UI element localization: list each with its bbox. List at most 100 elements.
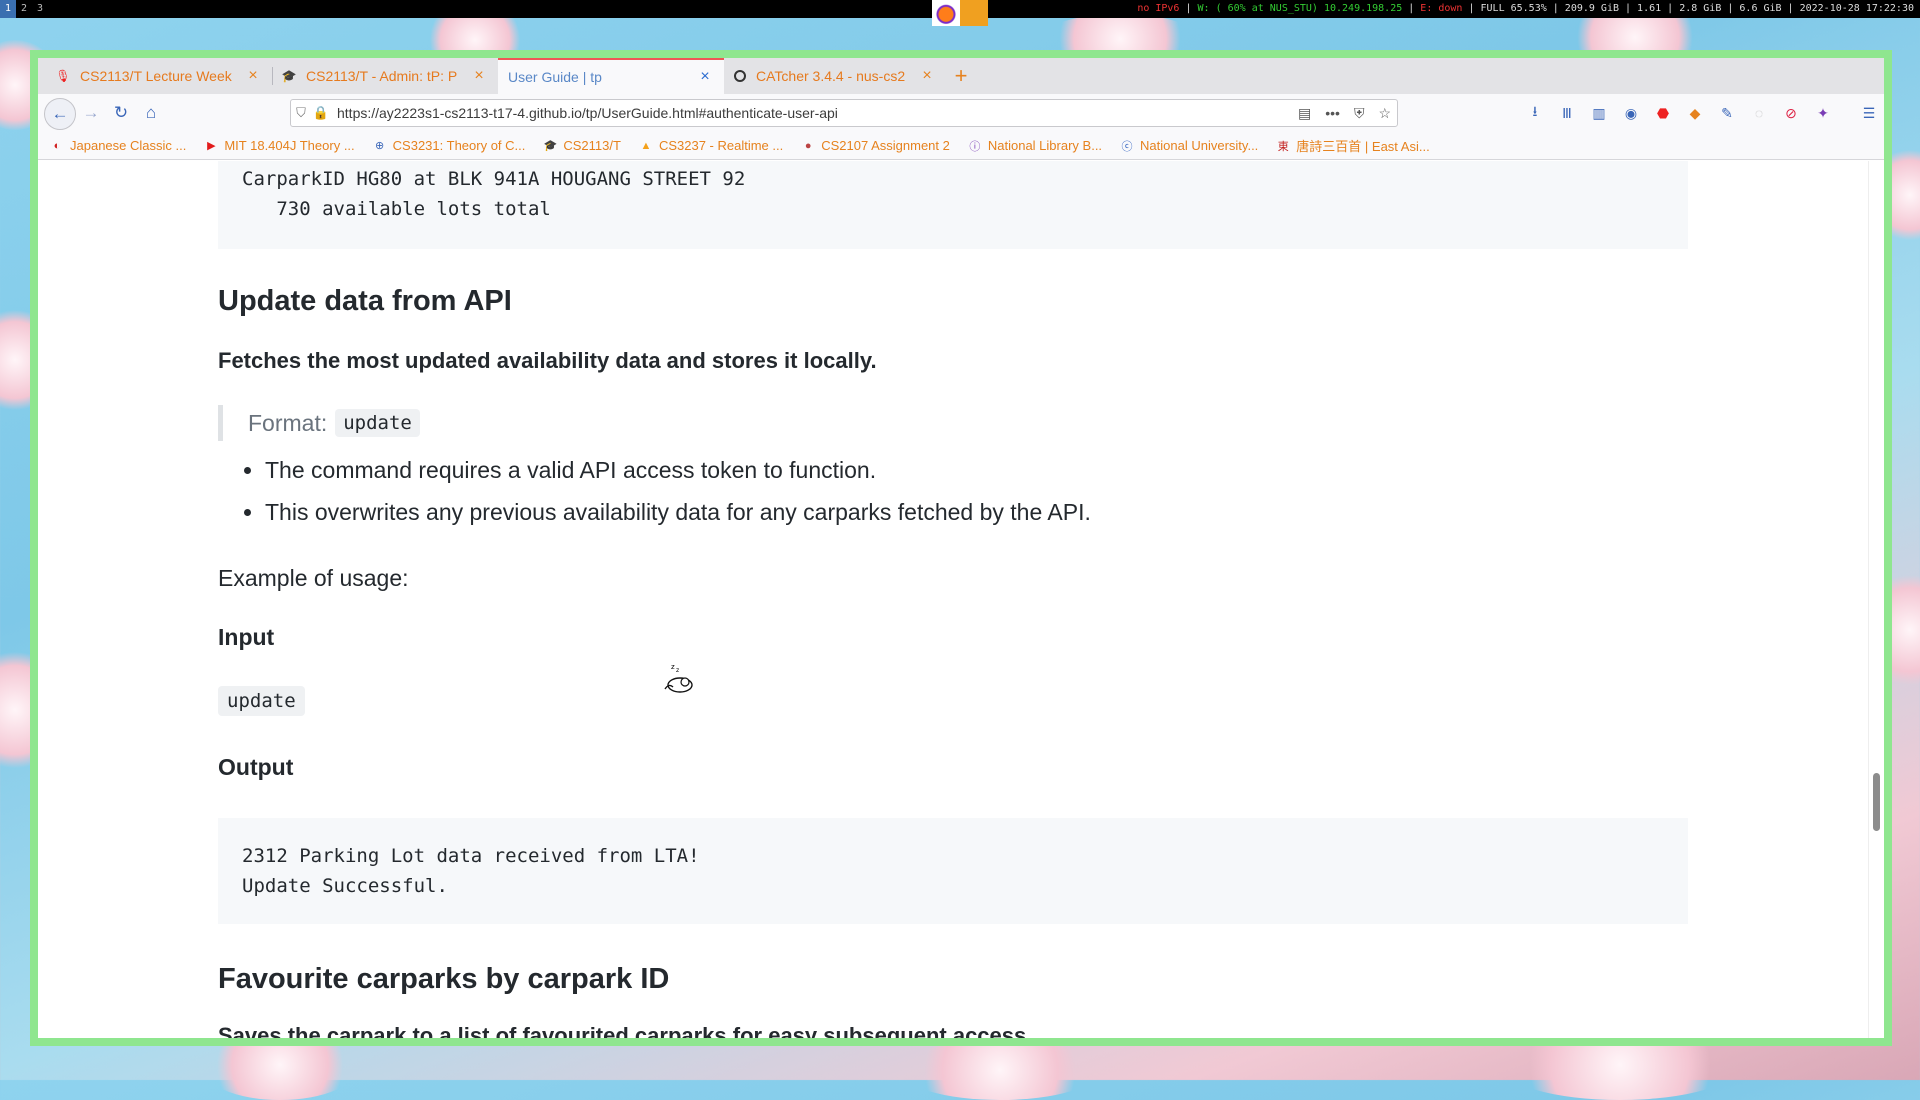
puzzle-extension-icon[interactable]: ✦ (1812, 102, 1834, 124)
close-icon[interactable]: × (918, 67, 936, 85)
tray-apps (932, 0, 988, 26)
page-content: CarparkID HG80 at BLK 941A HOUGANG STREE… (38, 161, 1868, 1038)
pin-icon: ● (804, 139, 812, 152)
arrow-right-icon: → (82, 103, 100, 122)
bookmark-item[interactable]: ▲ CS3237 - Realtime ... (639, 138, 784, 153)
bookmark-item[interactable]: ● CS2107 Assignment 2 (801, 138, 950, 153)
system-status-bar: 1 2 3 no IPv6 | W: ( 60% at NUS_STU) 10.… (0, 0, 1920, 26)
microphone-icon: 🎙 (55, 69, 71, 83)
format-code: update (335, 409, 420, 437)
arrow-left-icon: ← (51, 104, 69, 123)
section-lead-favourite: Saves the carpark to a list of favourite… (218, 1023, 1033, 1038)
section-lead-update: Fetches the most updated availability da… (218, 348, 877, 373)
fox-extension-icon[interactable]: ◆ (1684, 102, 1706, 124)
svg-text:z: z (676, 667, 679, 674)
tab-label: CS2113/T Lecture Week (80, 68, 232, 84)
code-line: CarparkID HG80 at BLK 941A HOUGANG STREE… (242, 168, 746, 190)
microphone-tray-icon[interactable] (960, 0, 988, 26)
library-icon[interactable]: Ⅲ (1556, 102, 1578, 124)
url-actions: ▤ ••• ⛨ ☆ (1298, 100, 1391, 126)
adblock-icon[interactable]: ⬣ (1652, 102, 1674, 124)
workspace-2-button[interactable]: 2 (16, 0, 32, 18)
status-text: no IPv6 | W: ( 60% at NUS_STU) 10.249.19… (1137, 3, 1914, 14)
back-button[interactable]: ← (44, 98, 76, 130)
bookmark-item[interactable]: ⊕ CS3231: Theory of C... (373, 138, 526, 153)
youtube-icon: ▶ (207, 140, 216, 152)
firebase-icon: ▲ (640, 139, 652, 152)
close-icon[interactable]: × (470, 67, 488, 85)
format-label: Format: (248, 409, 328, 436)
svg-text:z: z (671, 663, 675, 671)
bookmark-label: CS3237 - Realtime ... (658, 138, 784, 153)
lock-icon[interactable]: 🔒 (311, 105, 331, 121)
list-item: The command requires a valid API access … (265, 455, 1091, 485)
form-extension-icon[interactable]: ✎ (1716, 102, 1738, 124)
bookmarks-toolbar: ◐ Japanese Classic ... ▶ MIT 18.404J Theor… (38, 132, 1884, 160)
bookmark-label: CS2107 Assignment 2 (821, 138, 950, 153)
menu-icon[interactable]: ☰ (1858, 102, 1880, 124)
close-icon[interactable]: × (696, 68, 714, 86)
globe-icon: ⊕ (375, 140, 385, 152)
pocket-icon[interactable]: ⛨ (1354, 105, 1365, 122)
c-logo-icon: ⓒ (1121, 140, 1133, 153)
tab-label: CS2113/T - Admin: tP: P (306, 68, 458, 84)
bookmark-label: MIT 18.404J Theory ... (224, 138, 355, 153)
ethernet-status: E: down (1420, 3, 1463, 14)
sidebar-icon[interactable]: ▥ (1588, 102, 1610, 124)
bookmark-item[interactable]: 東唐詩三百首 | East Asi... (1276, 136, 1430, 155)
bookmark-star-icon[interactable]: ☆ (1378, 105, 1391, 122)
blocker-extension-icon[interactable]: ⊘ (1780, 102, 1802, 124)
wifi-status: W: ( 60% at NUS_STU) 10.249.198.25 (1197, 3, 1403, 14)
workspace-1-button[interactable]: 1 (0, 0, 16, 18)
account-icon[interactable]: ◉ (1620, 102, 1642, 124)
bookmark-label: National University... (1140, 138, 1259, 153)
tab-user-guide[interactable]: User Guide | tp × (498, 58, 724, 94)
url-bar[interactable]: ⛉ 🔒 https://ay2223s1-cs2113-t17-4.github… (290, 99, 1398, 127)
bookmark-label: National Library B... (987, 138, 1103, 153)
navigation-toolbar: ← → ↻ ⌂ ⛉ 🔒 https://ay2223s1-cs2113-t17-… (38, 94, 1884, 132)
tab-admin[interactable]: 🎓 CS2113/T - Admin: tP: P × (272, 58, 498, 94)
bookmark-label: 唐詩三百首 | East Asi... (1296, 139, 1430, 154)
url-text[interactable]: https://ay2223s1-cs2113-t17-4.github.io/… (337, 105, 838, 121)
bookmark-item[interactable]: ▶ MIT 18.404J Theory ... (204, 138, 355, 153)
output-codeblock: 2312 Parking Lot data received from LTA!… (218, 818, 1688, 924)
chinese-glyph-icon: 東 (1277, 140, 1289, 153)
new-tab-button[interactable]: + (946, 58, 976, 94)
bookmark-item[interactable]: ⓘ National Library B... (968, 138, 1102, 153)
ghost-extension-icon[interactable]: ◌ (1748, 102, 1770, 124)
reader-view-icon[interactable]: ▤ (1298, 105, 1311, 122)
section-title-favourite: Favourite carparks by carpark ID (218, 963, 670, 995)
code-line: 730 available lots total (242, 198, 551, 220)
scrollbar-thumb[interactable] (1873, 773, 1880, 831)
reload-icon: ↻ (113, 103, 129, 122)
bookmark-item[interactable]: ◐ Japanese Classic ... (50, 138, 187, 153)
bookmark-item[interactable]: ⓒ National University... (1120, 138, 1259, 153)
example-label: Example of usage: (218, 565, 409, 591)
input-code: update (218, 686, 305, 716)
firefox-browser: 🎙 CS2113/T Lecture Week × 🎓 CS2113/T - A… (38, 58, 1884, 1038)
shield-icon[interactable]: ⛉ (291, 105, 311, 121)
tab-lecture[interactable]: 🎙 CS2113/T Lecture Week × (46, 58, 272, 94)
info-circle-icon: ⓘ (969, 140, 981, 153)
page-scrollbar[interactable] (1868, 161, 1884, 1038)
workspace-3-button[interactable]: 3 (32, 0, 48, 18)
reload-button[interactable]: ↻ (106, 98, 136, 128)
bookmark-item[interactable]: 🎓 CS2113/T (543, 138, 621, 153)
close-icon[interactable]: × (244, 67, 262, 85)
home-icon: ⌂ (145, 103, 157, 122)
tab-label: User Guide | tp (508, 69, 602, 85)
ipv6-status: no IPv6 (1137, 3, 1180, 14)
section-title-update: Update data from API (218, 285, 512, 317)
catcher-icon (734, 70, 746, 82)
system-metrics: FULL 65.53% | 209.9 GiB | 1.61 | 2.8 GiB… (1480, 3, 1914, 14)
input-heading: Input (218, 624, 275, 650)
download-icon[interactable]: ⭳ (1524, 102, 1546, 124)
more-actions-icon[interactable]: ••• (1325, 105, 1340, 121)
graduation-cap-icon: 🎓 (543, 140, 558, 152)
home-button[interactable]: ⌂ (136, 98, 166, 128)
tab-catcher[interactable]: CATcher 3.4.4 - nus-cs2 × (724, 58, 946, 94)
bookmark-label: CS3231: Theory of C... (392, 138, 526, 153)
toolbar-extensions: ⭳ Ⅲ ▥ ◉ ⬣ ◆ ✎ ◌ ⊘ ✦ ☰ (1524, 94, 1880, 132)
firefox-icon[interactable] (932, 0, 960, 26)
forward-button[interactable]: → (76, 98, 106, 128)
